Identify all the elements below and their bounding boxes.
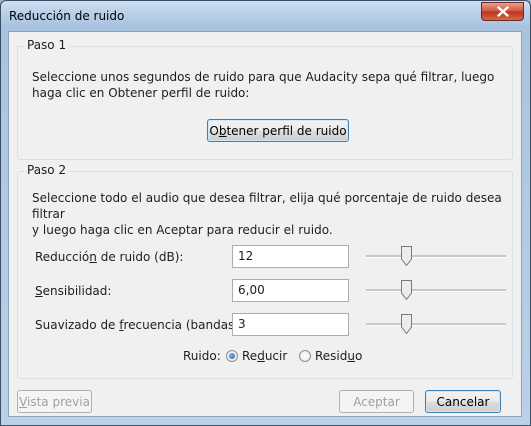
noise-reduction-input[interactable]: 12 [232, 245, 349, 268]
slider-thumb[interactable] [401, 314, 412, 334]
frequency-smoothing-label: Suavizado de frecuencia (bandas): [35, 318, 244, 332]
step2-instructions: Seleccione todo el audio que desea filtr… [32, 190, 512, 238]
step1-line1: Seleccione unos segundos de ruido para q… [32, 70, 495, 84]
radio-residue[interactable]: Residuo [299, 349, 362, 363]
step2-line1: Seleccione todo el audio que desea filtr… [32, 191, 502, 221]
get-noise-profile-button[interactable]: Obtener perfil de ruido [207, 119, 349, 142]
step1-legend: Paso 1 [24, 38, 70, 52]
slider-thumb[interactable] [401, 246, 412, 266]
slider-thumb[interactable] [401, 280, 412, 300]
noise-reduction-label: Reducción de ruido (dB): [35, 250, 184, 264]
noise-reduction-dialog: Reducción de ruido Paso 1 Seleccione uno… [0, 0, 531, 426]
radio-reduce[interactable]: Reducir [226, 349, 287, 363]
title-bar[interactable]: Reducción de ruido [1, 1, 530, 31]
step1-line2: haga clic en Obtener perfil de ruido: [32, 86, 250, 100]
accept-button[interactable]: Aceptar [339, 390, 414, 413]
noise-reduction-slider[interactable] [366, 246, 506, 266]
frequency-smoothing-input[interactable]: 3 [232, 313, 349, 336]
slider-track [366, 323, 506, 326]
sensitivity-label: Sensibilidad: [35, 284, 112, 298]
sensitivity-input[interactable]: 6,00 [232, 279, 349, 302]
close-button[interactable] [481, 2, 524, 21]
preview-button-label: Vista previa [19, 394, 90, 409]
window-title: Reducción de ruido [9, 9, 125, 23]
dialog-content: Paso 1 Seleccione unos segundos de ruido… [8, 31, 522, 417]
radio-selected-dot [229, 353, 235, 359]
step2-group: Paso 2 Seleccione todo el audio que dese… [17, 163, 513, 379]
radio-reduce-circle[interactable] [226, 350, 238, 362]
radio-residue-label: Residuo [315, 349, 363, 363]
step1-group: Paso 1 Seleccione unos segundos de ruido… [17, 38, 513, 160]
get-noise-profile-label: Obtener perfil de ruido [209, 123, 347, 138]
slider-track [366, 289, 506, 292]
close-icon [496, 6, 509, 17]
cancel-button[interactable]: Cancelar [425, 390, 501, 413]
radio-reduce-label: Reducir [242, 349, 288, 363]
sensitivity-slider[interactable] [366, 280, 506, 300]
radio-residue-circle[interactable] [299, 350, 311, 362]
noise-mode-label: Ruido: [183, 349, 221, 363]
step2-line2: y luego haga clic en Aceptar para reduci… [32, 223, 333, 237]
slider-track [366, 255, 506, 258]
step1-instructions: Seleccione unos segundos de ruido para q… [32, 69, 494, 101]
step2-legend: Paso 2 [24, 163, 70, 177]
frequency-smoothing-slider[interactable] [366, 314, 506, 334]
preview-button[interactable]: Vista previa [17, 390, 92, 413]
